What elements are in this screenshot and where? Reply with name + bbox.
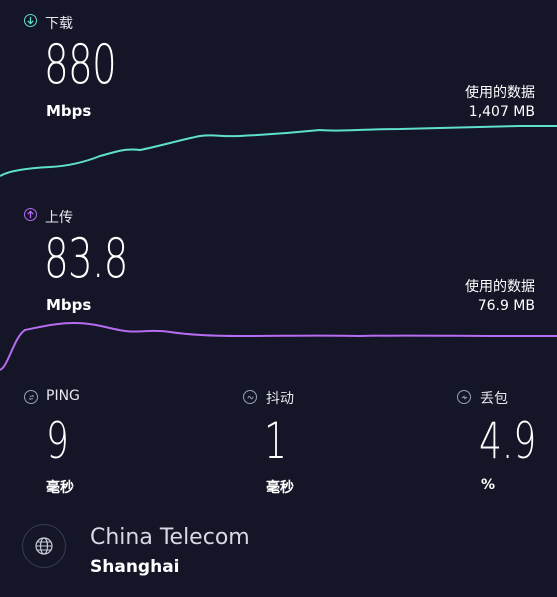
ping-value: 9 (46, 412, 69, 470)
upload-speed-graph (0, 321, 557, 371)
download-speed-value: 880 (44, 33, 117, 96)
ping-icon (24, 390, 38, 404)
packet-loss-label: 丢包 (480, 391, 508, 407)
globe-icon[interactable] (22, 524, 66, 568)
download-speed-graph (0, 125, 557, 177)
packet-loss-unit: % (481, 477, 496, 493)
packet-loss-value: 4.9 (479, 412, 537, 470)
upload-used-data-label: 使用的数据 (465, 279, 535, 295)
arrow-down-circle-icon (24, 14, 37, 27)
upload-graph-line (0, 321, 557, 371)
server-city[interactable]: Shanghai (90, 557, 180, 577)
ping-unit: 毫秒 (46, 480, 74, 496)
upload-unit: Mbps (46, 296, 92, 314)
upload-label: 上传 (45, 210, 73, 226)
ping-label: PING (46, 388, 80, 404)
download-label: 下载 (45, 16, 73, 32)
download-used-data-label: 使用的数据 (465, 85, 535, 101)
server-isp[interactable]: China Telecom (90, 525, 250, 550)
download-graph-line (0, 125, 557, 177)
jitter-unit: 毫秒 (266, 480, 294, 496)
upload-speed-value: 83.8 (44, 227, 128, 290)
jitter-label: 抖动 (266, 391, 294, 407)
jitter-value: 1 (264, 412, 287, 470)
jitter-icon (243, 390, 257, 404)
upload-used-data-value: 76.9 MB (477, 298, 535, 314)
arrow-up-circle-icon (24, 208, 37, 221)
packet-loss-icon (457, 390, 471, 404)
